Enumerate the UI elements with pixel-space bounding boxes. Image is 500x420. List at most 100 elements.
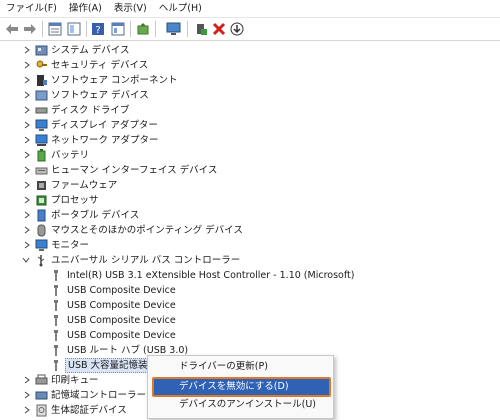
battery-icon — [35, 149, 48, 162]
expand-chevron-icon[interactable] — [22, 165, 32, 175]
device-label: USB Composite Device — [67, 315, 176, 326]
context-menu: ドライバーの更新(P) デバイスを無効にする(D) デバイスのアンインストール(… — [147, 355, 334, 419]
usb-child-row[interactable]: USB Composite Device — [0, 313, 500, 328]
expand-chevron-icon[interactable] — [22, 210, 32, 220]
expand-chevron-icon[interactable] — [22, 75, 32, 85]
category-row-disk-drive[interactable]: ディスク ドライブ — [0, 103, 500, 118]
add-driver-icon[interactable] — [193, 21, 209, 37]
expand-chevron-icon[interactable] — [22, 390, 32, 400]
device-label: USB Composite Device — [67, 330, 176, 341]
details-view-icon[interactable] — [110, 21, 126, 37]
category-row-network-adapter[interactable]: ネットワーク アダプター — [0, 133, 500, 148]
category-label: ネットワーク アダプター — [51, 135, 159, 146]
expand-chevron-icon[interactable] — [22, 60, 32, 70]
category-label: 生体認証デバイス — [51, 405, 127, 416]
toolbar: ? — [0, 18, 500, 41]
security-key-icon — [35, 59, 48, 72]
expand-chevron-icon[interactable] — [22, 405, 32, 415]
download-icon[interactable] — [229, 21, 245, 37]
expand-chevron-icon[interactable] — [22, 150, 32, 160]
software-device-icon — [35, 89, 48, 102]
category-row-portable[interactable]: ポータブル デバイス — [0, 208, 500, 223]
category-label: バッテリ — [51, 150, 90, 161]
software-component-icon — [35, 74, 48, 87]
category-label: 記憶域コントローラー — [51, 390, 147, 401]
usb-device-icon — [50, 359, 63, 372]
menu-file[interactable]: ファイル(F) — [0, 0, 63, 17]
usb-child-row[interactable]: USB Composite Device — [0, 283, 500, 298]
network-adapter-icon — [35, 134, 48, 147]
menu-item-disable-device[interactable]: デバイスを無効にする(D) — [152, 377, 331, 397]
category-row-software-device[interactable]: ソフトウェア デバイス — [0, 88, 500, 103]
device-label: Intel(R) USB 3.1 eXtensible Host Control… — [67, 270, 355, 281]
menu-item-uninstall-device[interactable]: デバイスのアンインストール(U) — [148, 396, 333, 413]
menu-help[interactable]: ヘルプ(H) — [153, 0, 208, 17]
expand-chevron-icon[interactable] — [22, 375, 32, 385]
menu-item-update-driver[interactable]: ドライバーの更新(P) — [148, 358, 333, 375]
usb-child-row[interactable]: USB Composite Device — [0, 298, 500, 313]
category-row-firmware[interactable]: ファームウェア — [0, 178, 500, 193]
category-label: ファームウェア — [51, 180, 118, 191]
category-label: ユニバーサル シリアル バス コントローラー — [51, 255, 241, 266]
category-row-system[interactable]: システム デバイス — [0, 43, 500, 58]
category-row-mouse[interactable]: マウスとそのほかのポインティング デバイス — [0, 223, 500, 238]
expand-chevron-icon[interactable] — [22, 90, 32, 100]
expand-chevron-icon[interactable] — [22, 180, 32, 190]
expand-chevron-icon[interactable] — [22, 225, 32, 235]
category-label: ポータブル デバイス — [51, 210, 140, 221]
expand-chevron-icon[interactable] — [22, 120, 32, 130]
menu-item-label: ドライバーの更新(P) — [179, 361, 268, 372]
category-row-hid[interactable]: ヒューマン インターフェイス デバイス — [0, 163, 500, 178]
menu-action[interactable]: 操作(A) — [63, 0, 108, 17]
toolbar-separator — [130, 21, 131, 37]
system-device-icon — [35, 44, 48, 57]
print-queue-icon — [35, 374, 48, 387]
expand-chevron-icon[interactable] — [22, 240, 32, 250]
collapse-chevron-icon[interactable] — [21, 255, 31, 265]
category-row-monitor[interactable]: モニター — [0, 238, 500, 253]
usb-child-row[interactable]: Intel(R) USB 3.1 eXtensible Host Control… — [0, 268, 500, 283]
device-label-selected: USB 大容量記憶装置 — [65, 358, 161, 373]
category-label: プロセッサ — [51, 195, 99, 206]
usb-device-icon — [50, 299, 63, 312]
mouse-icon — [35, 224, 48, 237]
properties-grid-icon[interactable] — [47, 21, 63, 37]
category-label: ソフトウェア デバイス — [51, 90, 149, 101]
biometric-icon — [35, 404, 48, 417]
category-row-display-adapter[interactable]: ディスプレイ アダプター — [0, 118, 500, 133]
menu-view[interactable]: 表示(V) — [108, 0, 153, 17]
device-label: USB Composite Device — [67, 300, 176, 311]
update-driver-icon[interactable] — [135, 21, 151, 37]
category-label: ヒューマン インターフェイス デバイス — [51, 165, 218, 176]
display-adapter-icon — [35, 119, 48, 132]
firmware-icon — [35, 179, 48, 192]
category-row-software-component[interactable]: ソフトウェア コンポーネント — [0, 73, 500, 88]
category-row-security[interactable]: セキュリティ デバイス — [0, 58, 500, 73]
help-icon[interactable]: ? — [90, 21, 106, 37]
expand-chevron-icon[interactable] — [22, 135, 32, 145]
toolbar-separator — [86, 21, 87, 37]
category-row-battery[interactable]: バッテリ — [0, 148, 500, 163]
category-label: モニター — [51, 240, 90, 251]
category-label: 印刷キュー — [51, 375, 99, 386]
usb-icon — [35, 254, 48, 267]
forward-icon[interactable] — [22, 21, 38, 37]
usb-device-icon — [50, 284, 63, 297]
category-label: ディスク ドライブ — [51, 105, 130, 116]
category-row-usb[interactable]: ユニバーサル シリアル バス コントローラー — [0, 253, 500, 268]
device-label: USB Composite Device — [67, 285, 176, 296]
menu-item-label: デバイスを無効にする(D) — [179, 381, 289, 392]
svg-text:?: ? — [95, 25, 100, 36]
category-label: システム デバイス — [51, 45, 130, 56]
back-icon[interactable] — [4, 21, 20, 37]
category-label: セキュリティ デバイス — [51, 60, 149, 71]
expand-chevron-icon[interactable] — [22, 105, 32, 115]
category-row-processor[interactable]: プロセッサ — [0, 193, 500, 208]
expand-chevron-icon[interactable] — [22, 45, 32, 55]
processor-icon — [35, 194, 48, 207]
monitor-scan-icon[interactable] — [165, 21, 181, 37]
usb-child-row[interactable]: USB Composite Device — [0, 328, 500, 343]
console-tree-icon[interactable] — [66, 21, 82, 37]
expand-chevron-icon[interactable] — [22, 195, 32, 205]
uninstall-icon[interactable] — [211, 21, 227, 37]
